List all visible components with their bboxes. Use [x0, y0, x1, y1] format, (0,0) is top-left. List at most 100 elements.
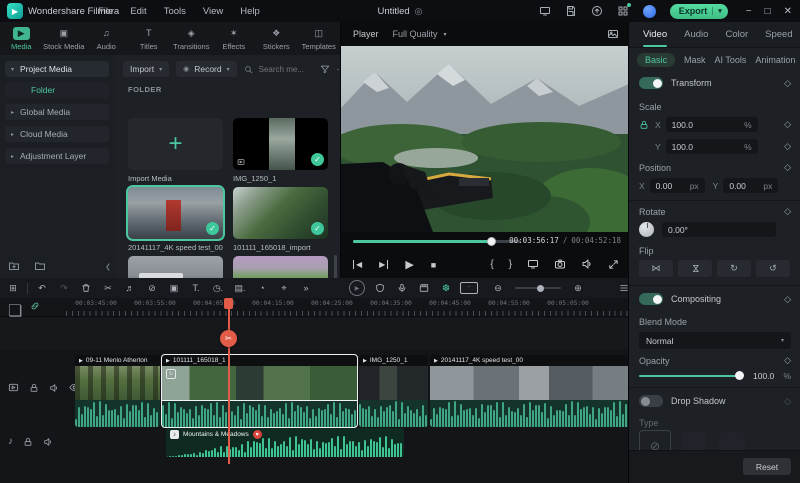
opacity-slider[interactable]: [639, 371, 744, 381]
tab-templates[interactable]: ◫ Templates: [298, 22, 341, 55]
menu-tools[interactable]: Tools: [164, 6, 186, 17]
scale-x-keyframe-icon[interactable]: ◇: [784, 119, 791, 130]
zoom-slider-handle[interactable]: [537, 284, 544, 292]
mute-track-icon[interactable]: [49, 383, 59, 393]
marker-tool-icon[interactable]: ▤.: [229, 283, 251, 294]
minimize-button[interactable]: −: [746, 6, 752, 17]
scale-link-lock-icon[interactable]: [639, 120, 649, 130]
zoom-in-icon[interactable]: ⊕: [567, 283, 589, 294]
sidebar-item-cloud-media[interactable]: ▸ Cloud Media: [5, 126, 109, 142]
tab-transitions[interactable]: ◈ Transitions: [170, 22, 213, 55]
reset-button[interactable]: Reset: [743, 458, 791, 475]
import-media-tile[interactable]: +: [128, 118, 223, 170]
position-keyframe-icon[interactable]: ◇: [784, 162, 791, 173]
rotate-keyframe-icon[interactable]: ◇: [784, 206, 791, 217]
rotate-ccw-button[interactable]: ↺: [756, 260, 790, 277]
render-clip-icon[interactable]: [413, 283, 435, 293]
text-tool-icon[interactable]: T.: [185, 283, 207, 293]
timeline-ruler[interactable]: ❏ 00:03:45:00 00:03:55:00 00:04:05:00 00…: [0, 298, 628, 320]
playhead[interactable]: ✂: [220, 298, 237, 464]
audio-clip-mountains[interactable]: ♪ Mountains & Meadows ♥: [166, 428, 404, 457]
timeline-zoom-slider[interactable]: [515, 284, 561, 292]
menu-help[interactable]: Help: [240, 6, 260, 17]
link-clips-icon[interactable]: [30, 301, 40, 311]
new-folder-icon[interactable]: [8, 260, 20, 272]
opacity-slider-handle[interactable]: [735, 371, 744, 381]
user-avatar[interactable]: [642, 4, 656, 18]
opacity-keyframe-icon[interactable]: ◇: [784, 355, 791, 366]
media-tile-train[interactable]: ✓: [233, 187, 328, 239]
save-icon[interactable]: [565, 5, 577, 17]
scale-x-input[interactable]: 100.0 %: [665, 117, 758, 132]
subtab-mask[interactable]: Mask: [684, 55, 706, 65]
props-tab-color[interactable]: Color: [725, 29, 748, 40]
speed-tool-icon[interactable]: ◷.: [207, 283, 229, 294]
mark-out-button[interactable]: }: [509, 259, 512, 270]
scale-y-input[interactable]: 100.0 %: [665, 139, 758, 154]
drop-shadow-toggle[interactable]: [639, 395, 663, 407]
position-y-input[interactable]: 0.00 px: [723, 178, 779, 193]
render-preview-icon[interactable]: ▶: [349, 280, 365, 296]
speaker-icon[interactable]: [581, 258, 593, 270]
tab-effects[interactable]: ✶ Effects: [213, 22, 256, 55]
project-title[interactable]: Untitled ◎: [330, 0, 470, 22]
delete-icon[interactable]: [75, 283, 97, 293]
split-icon[interactable]: ✂: [97, 283, 119, 294]
clip-speed-test[interactable]: ▶ 20141117_4K speed test_00: [430, 355, 628, 427]
clip-train-selected[interactable]: ▶ 101111_165018_1 ↻: [161, 354, 358, 428]
fullscreen-icon[interactable]: [608, 259, 619, 270]
subtab-basic[interactable]: Basic: [637, 53, 676, 67]
motion-track-icon[interactable]: ⌖: [273, 283, 295, 294]
snapshot-display-icon[interactable]: [527, 258, 539, 270]
zoom-out-icon[interactable]: ⊖: [487, 283, 509, 294]
scale-y-keyframe-icon[interactable]: ◇: [784, 141, 791, 152]
export-dropdown-icon[interactable]: ▾: [712, 7, 722, 15]
ai-snowflake-icon[interactable]: ❆: [435, 283, 457, 294]
close-button[interactable]: ✕: [784, 6, 792, 17]
subtab-animation[interactable]: Animation: [755, 55, 795, 65]
stop-button[interactable]: ■: [431, 260, 436, 270]
mark-in-button[interactable]: {: [490, 259, 493, 270]
flip-vertical-button[interactable]: ⋈: [678, 260, 712, 277]
mute-track-icon[interactable]: [43, 437, 53, 447]
disable-clip-icon[interactable]: ⊘: [141, 283, 163, 294]
share-icon[interactable]: [591, 5, 603, 17]
next-frame-button[interactable]: ▶: [379, 260, 389, 269]
menu-view[interactable]: View: [203, 6, 223, 17]
project-menu-icon[interactable]: ◎: [415, 6, 423, 17]
folder-icon[interactable]: [34, 260, 46, 272]
media-browser-icon[interactable]: ⊞: [2, 283, 24, 294]
position-x-input[interactable]: 0.00 px: [649, 178, 705, 193]
tab-media[interactable]: ▶ Media: [0, 22, 43, 55]
tab-stock-media[interactable]: ▣ Stock Media: [43, 22, 86, 55]
sidebar-item-adjustment-layer[interactable]: ▸ Adjustment Layer: [5, 148, 109, 164]
compositing-toggle[interactable]: [639, 293, 663, 305]
clip-img-1250[interactable]: ▶ IMG_1250_1: [359, 355, 428, 427]
flip-horizontal-button[interactable]: ⋈: [639, 260, 673, 277]
tab-titles[interactable]: T Titles: [128, 22, 171, 55]
menu-file[interactable]: File: [98, 6, 113, 17]
previous-frame-button[interactable]: ◀: [353, 260, 362, 269]
playback-progress-bar[interactable]: [353, 237, 521, 246]
search-input[interactable]: [256, 63, 313, 75]
quick-split-scissors-icon[interactable]: ✂: [220, 330, 237, 347]
lock-track-icon[interactable]: [23, 437, 33, 447]
quality-dropdown[interactable]: Full Quality ▾: [393, 29, 447, 39]
voiceover-mic-icon[interactable]: [391, 283, 413, 293]
search-box[interactable]: [244, 63, 313, 75]
filter-icon[interactable]: [320, 64, 330, 74]
props-tab-audio[interactable]: Audio: [684, 29, 708, 40]
menu-edit[interactable]: Edit: [130, 6, 146, 17]
apps-grid-icon[interactable]: [617, 5, 629, 17]
sidebar-item-folder[interactable]: Folder: [5, 82, 109, 98]
record-button[interactable]: ◉ Record ▾: [176, 61, 237, 77]
maximize-button[interactable]: □: [765, 6, 771, 17]
sidebar-item-global-media[interactable]: ▸ Global Media: [5, 104, 109, 120]
tab-stickers[interactable]: ❖ Stickers: [255, 22, 298, 55]
media-tile-speed-test[interactable]: ✓: [126, 185, 225, 241]
track-manager-icon[interactable]: [613, 283, 628, 293]
captions-icon[interactable]: ··: [460, 282, 478, 294]
camera-snapshot-icon[interactable]: [554, 258, 566, 270]
rotate-cw-button[interactable]: ↻: [717, 260, 751, 277]
timer-tool-icon[interactable]: ◔: [251, 283, 273, 293]
